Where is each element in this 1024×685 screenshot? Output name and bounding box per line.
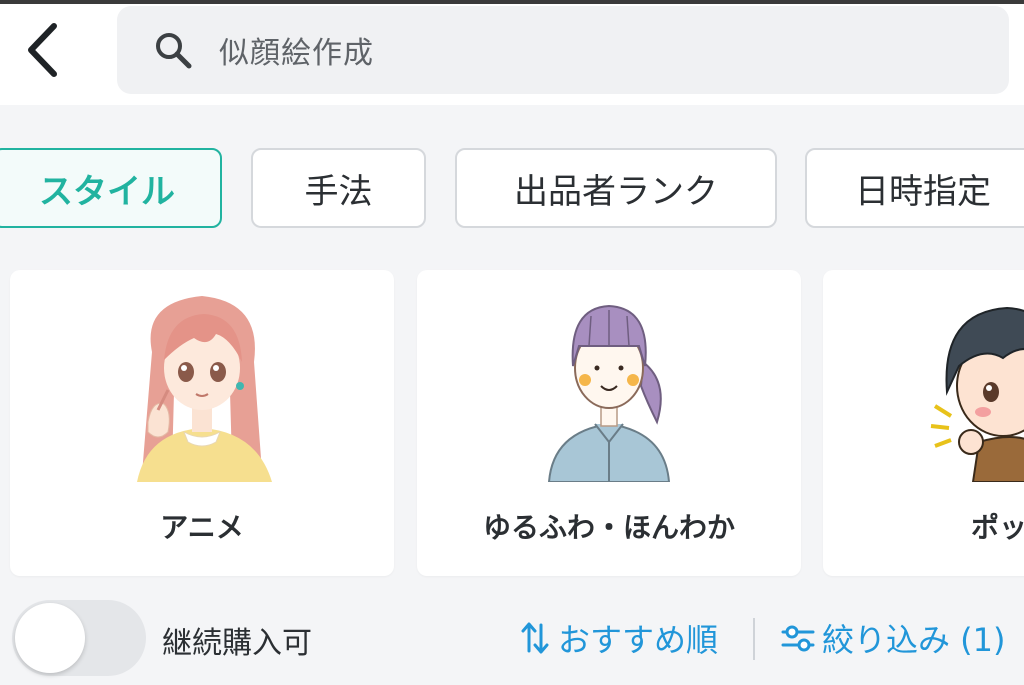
chip-label: 手法 [304, 171, 373, 212]
style-card-soft[interactable]: ゆるふわ・ほんわか [417, 270, 801, 576]
chip-style[interactable]: スタイル [0, 148, 222, 228]
style-card-pop[interactable]: ポッ [823, 270, 1024, 576]
chip-date[interactable]: 日時指定 [805, 148, 1024, 228]
pop-style-boy-illustration [823, 282, 1024, 482]
style-card-anime[interactable]: アニメ [10, 270, 394, 576]
style-card-label: ポッ [971, 511, 1024, 544]
chip-method[interactable]: 手法 [251, 148, 426, 228]
filter-label: 絞り込み (1) [822, 621, 1006, 659]
chevron-left-icon [28, 23, 57, 77]
chip-label: 日時指定 [855, 171, 991, 212]
style-card-label: ゆるふわ・ほんわか [482, 511, 735, 544]
continuous-purchase-toggle[interactable] [12, 600, 146, 676]
sort-arrows-icon [521, 622, 549, 654]
back-button[interactable] [14, 18, 70, 82]
soft-style-girl-illustration [417, 282, 801, 482]
toggle-knob [15, 603, 85, 673]
filter-button[interactable]: 絞り込み (1) [780, 616, 1006, 660]
filter-chip-bar: スタイル 手法 出品者ランク 日時指定 [0, 148, 1024, 230]
sliders-icon [781, 625, 815, 652]
sort-button[interactable]: おすすめ順 [520, 616, 718, 660]
app-screen: 似顔絵作成 スタイル 手法 出品者ランク 日時指定 アニメ ゆるふわ・ほんわか … [0, 0, 1024, 685]
search-query-text: 似顔絵作成 [219, 36, 374, 71]
search-input[interactable]: 似顔絵作成 [117, 6, 1009, 94]
chip-label: 出品者ランク [514, 171, 718, 212]
continuous-purchase-label: 継続購入可 [162, 626, 312, 661]
divider [753, 618, 755, 660]
chip-label: スタイル [39, 171, 175, 212]
search-icon [151, 28, 195, 72]
header: 似顔絵作成 [0, 0, 1024, 105]
chip-seller-rank[interactable]: 出品者ランク [455, 148, 777, 228]
anime-girl-illustration [10, 282, 394, 482]
sort-label: おすすめ順 [558, 621, 719, 659]
style-card-label: アニメ [160, 511, 244, 544]
